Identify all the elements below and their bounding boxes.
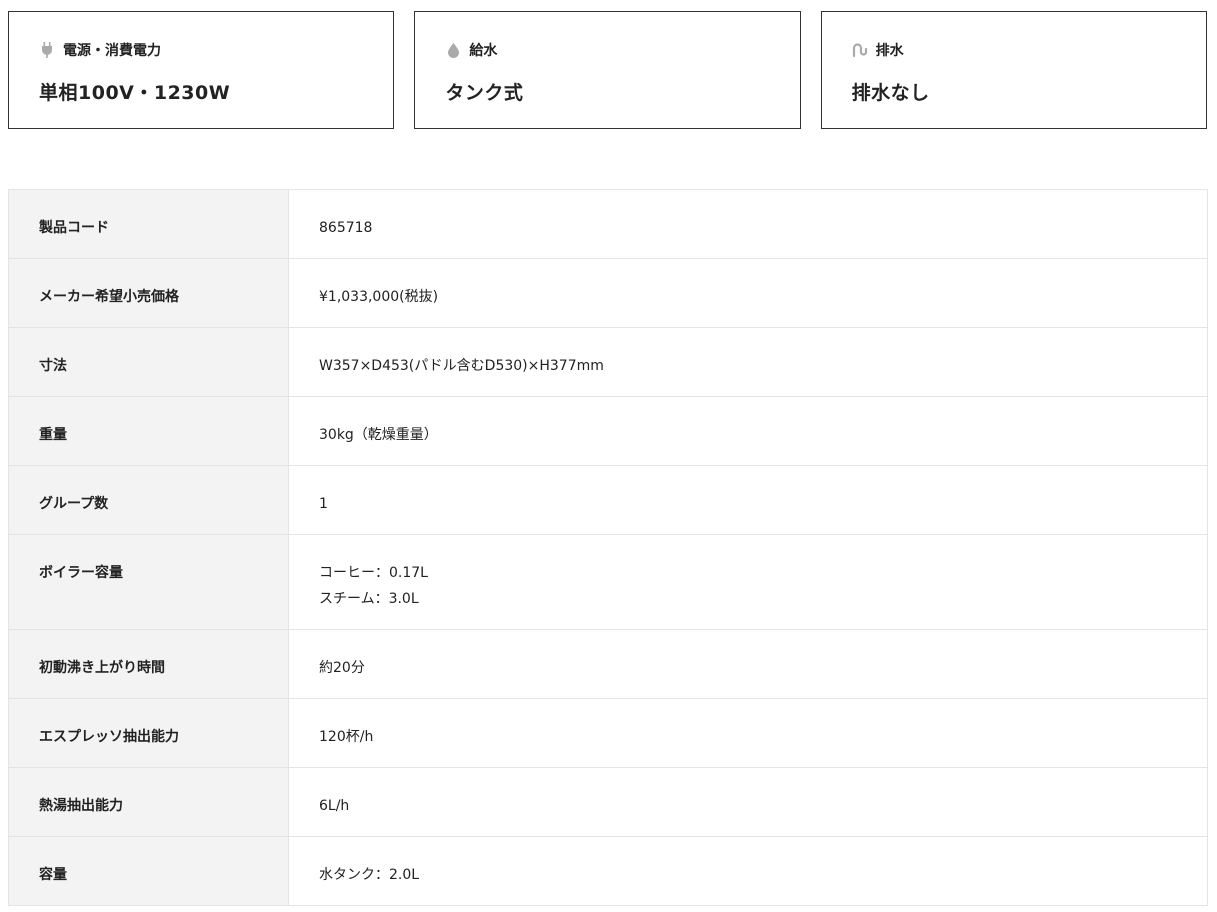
spec-value: 120杯/h [288, 698, 1208, 768]
water-supply-card-label: 給水 [469, 43, 498, 59]
water-supply-card-header: 給水 [445, 40, 769, 60]
spec-summary-cards: 電源・消費電力 単相100V・1230W 給水 タンク式 排水 排水なし [8, 11, 1207, 129]
drain-card: 排水 排水なし [820, 11, 1207, 129]
spec-label: メーカー希望小売価格 [8, 258, 289, 328]
spec-value: 6L/h [288, 767, 1208, 837]
drain-pipe-icon [852, 42, 868, 58]
water-supply-card-value: タンク式 [445, 82, 524, 104]
table-row: 熱湯抽出能力 6L/h [8, 767, 1208, 837]
power-card-value: 単相100V・1230W [39, 82, 231, 104]
plug-icon [39, 42, 55, 58]
spec-value: 1 [288, 465, 1208, 535]
table-row: 重量 30kg（乾燥重量） [8, 396, 1208, 466]
spec-label: 製品コード [8, 189, 289, 259]
product-spec-page: 電源・消費電力 単相100V・1230W 給水 タンク式 排水 排水なし 製品コ… [0, 0, 1217, 912]
table-row: グループ数 1 [8, 465, 1208, 535]
spec-value: 水タンク：2.0L [288, 836, 1208, 906]
water-drop-icon [445, 42, 461, 58]
spec-label: グループ数 [8, 465, 289, 535]
spec-value-line: スチーム：3.0L [319, 591, 419, 607]
spec-value: ¥1,033,000(税抜) [288, 258, 1208, 328]
spec-value: 30kg（乾燥重量） [288, 396, 1208, 466]
power-card-header: 電源・消費電力 [39, 40, 363, 60]
table-row: 寸法 W357×D453(パドル含むD530)×H377mm [8, 327, 1208, 397]
spec-value: コーヒー：0.17L スチーム：3.0L [288, 534, 1208, 630]
table-row: 製品コード 865718 [8, 189, 1208, 259]
spec-value: W357×D453(パドル含むD530)×H377mm [288, 327, 1208, 397]
drain-card-value: 排水なし [851, 82, 930, 104]
spec-table: 製品コード 865718 メーカー希望小売価格 ¥1,033,000(税抜) 寸… [8, 189, 1208, 906]
spec-label: 初動沸き上がり時間 [8, 629, 289, 699]
table-row: エスプレッソ抽出能力 120杯/h [8, 698, 1208, 768]
spec-label: エスプレッソ抽出能力 [8, 698, 289, 768]
spec-label: 容量 [8, 836, 289, 906]
drain-card-header: 排水 [852, 40, 1176, 60]
spec-label: ボイラー容量 [8, 534, 289, 630]
power-card: 電源・消費電力 単相100V・1230W [8, 11, 395, 129]
table-row: メーカー希望小売価格 ¥1,033,000(税抜) [8, 258, 1208, 328]
spec-value: 約20分 [288, 629, 1208, 699]
spec-value-line: コーヒー：0.17L [319, 565, 428, 581]
table-row: 容量 水タンク：2.0L [8, 836, 1208, 906]
table-row: 初動沸き上がり時間 約20分 [8, 629, 1208, 699]
power-card-label: 電源・消費電力 [63, 43, 161, 59]
spec-value: 865718 [288, 189, 1208, 259]
water-supply-card: 給水 タンク式 [414, 11, 801, 129]
spec-label: 重量 [8, 396, 289, 466]
spec-label: 寸法 [8, 327, 289, 397]
drain-card-label: 排水 [875, 43, 904, 59]
table-row: ボイラー容量 コーヒー：0.17L スチーム：3.0L [8, 534, 1208, 630]
spec-label: 熱湯抽出能力 [8, 767, 289, 837]
